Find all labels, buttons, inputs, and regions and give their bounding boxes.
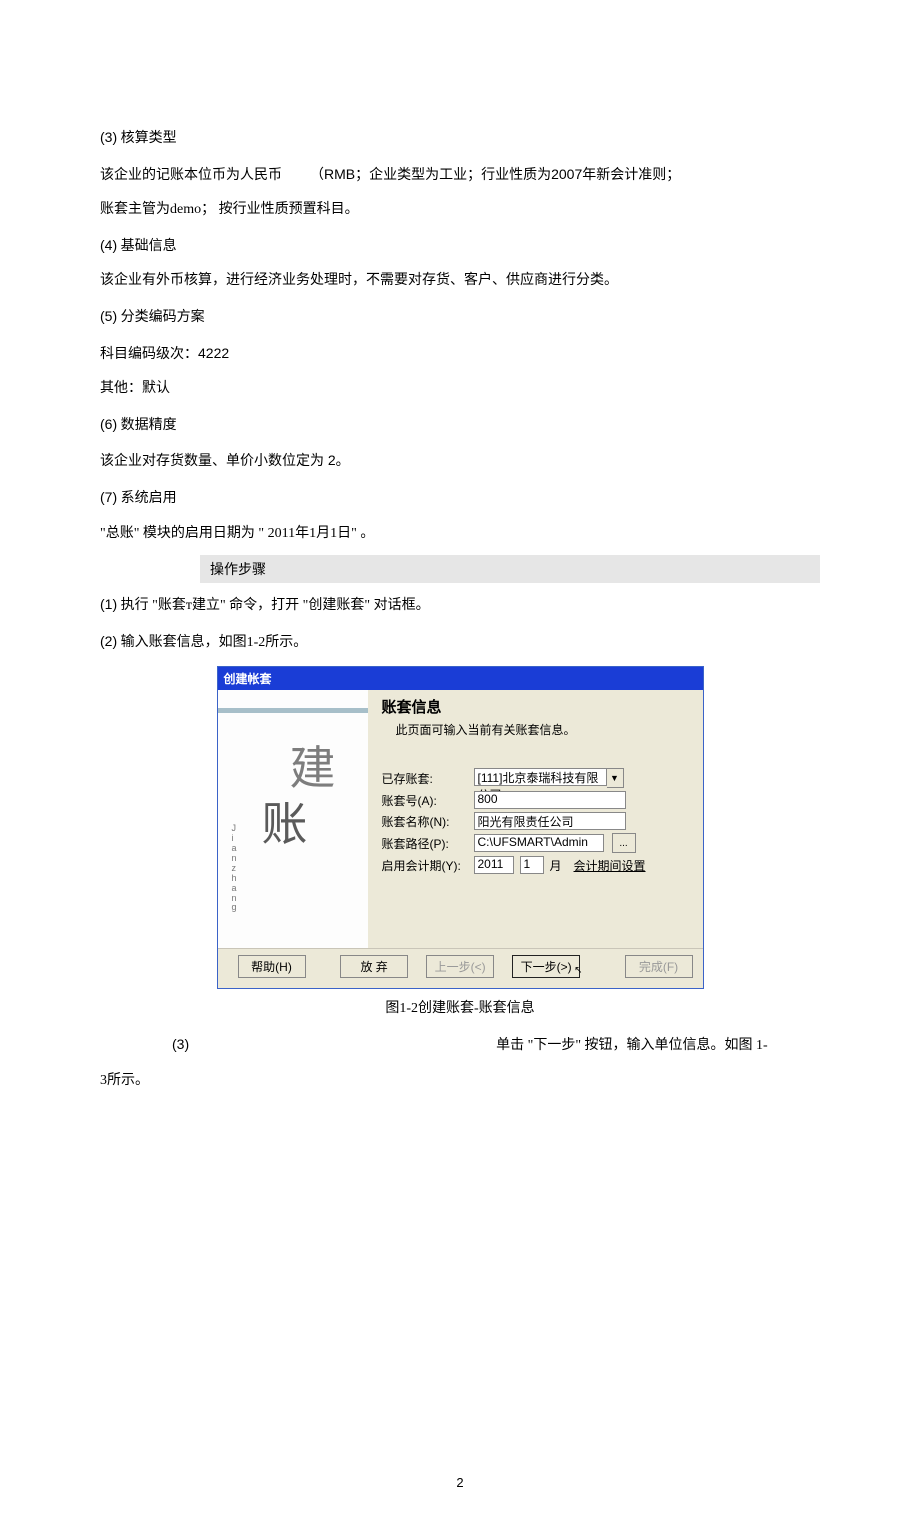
item-4-number: (4) xyxy=(100,237,117,253)
item-7-heading: (7) 系统启用 xyxy=(100,484,820,513)
start-year-input[interactable]: 2011 xyxy=(474,856,514,874)
step-3: (3) 单击 "下一步" 按钮，输入单位信息。如图 1- xyxy=(172,1031,820,1060)
dialog-heading: 账套信息 xyxy=(382,696,693,717)
page-number: 2 xyxy=(100,1475,820,1490)
step-1: (1) 执行 "账套т建立" 命令，打开 "创建账套" 对话框。 xyxy=(100,591,820,620)
item-7-body: "总账" 模块的启用日期为 " 2011年1月1日" 。 xyxy=(100,521,820,548)
account-path-input[interactable]: C:\UFSMART\Admin xyxy=(474,834,604,852)
cancel-button[interactable]: 放 弃 xyxy=(340,955,408,978)
dialog-subheading: 此页面可输入当前有关账套信息。 xyxy=(382,721,693,738)
step-2: (2) 输入账套信息，如图1-2所示。 xyxy=(100,628,820,657)
help-button[interactable]: 帮助(H) xyxy=(238,955,306,978)
existing-account-combo[interactable]: [111]北京泰瑞科技有限公司 ▼ xyxy=(474,768,624,788)
sidebar-letters: J i a n z h a n g xyxy=(232,824,237,913)
steps-heading: 操作步骤 xyxy=(200,555,820,583)
period-settings-link[interactable]: 会计期间设置 xyxy=(574,857,646,874)
account-id-label: 账套号(A): xyxy=(382,792,468,809)
item-3-line2: 账套主管为demo； 按行业性质预置科目。 xyxy=(100,197,820,224)
dialog-titlebar: 创建帐套 xyxy=(218,667,703,690)
item-3-number: (3) xyxy=(100,129,117,145)
figure-1-2-caption: 图1-2创建账套-账套信息 xyxy=(100,997,820,1017)
step-3-tail: 3所示。 xyxy=(100,1068,820,1095)
dialog-sidebar-image: 建 账 J i a n z h a n g xyxy=(218,690,368,949)
item-5-line2: 其他：默认 xyxy=(100,376,820,403)
existing-account-label: 已存账套: xyxy=(382,770,468,787)
item-7-number: (7) xyxy=(100,489,117,505)
account-name-input[interactable]: 阳光有限责任公司 xyxy=(474,812,626,830)
month-suffix: 月 xyxy=(550,857,562,874)
item-6-heading: (6) 数据精度 xyxy=(100,411,820,440)
existing-account-value[interactable]: [111]北京泰瑞科技有限公司 xyxy=(474,768,607,786)
item-4-body: 该企业有外币核算，进行经济业务处理时，不需要对存货、客户、供应商进行分类。 xyxy=(100,268,820,295)
item-3-line1: 该企业的记账本位币为人民币 （RMB；企业类型为工业；行业性质为2007年新会计… xyxy=(100,161,820,190)
start-period-label: 启用会计期(Y): xyxy=(382,857,468,874)
item-6-number: (6) xyxy=(100,416,117,432)
start-month-input[interactable]: 1 xyxy=(520,856,544,874)
account-name-label: 账套名称(N): xyxy=(382,813,468,830)
item-4-heading: (4) 基础信息 xyxy=(100,232,820,261)
prev-button[interactable]: 上一步(<) xyxy=(426,955,494,978)
chevron-down-icon[interactable]: ▼ xyxy=(607,768,624,788)
create-account-dialog: 创建帐套 建 账 J i a n z h a n g 账套信息 此页面可输入当前… xyxy=(217,666,704,989)
cursor-icon: ↖ xyxy=(574,965,582,976)
finish-button[interactable]: 完成(F) xyxy=(625,955,693,978)
item-5-line1: 科目编码级次：4222 xyxy=(100,340,820,369)
account-id-input[interactable]: 800 xyxy=(474,791,626,809)
item-5-number: (5) xyxy=(100,308,117,324)
item-3-heading: (3) 核算类型 xyxy=(100,124,820,153)
item-5-heading: (5) 分类编码方案 xyxy=(100,303,820,332)
item-6-body: 该企业对存货数量、单价小数位定为 2。 xyxy=(100,447,820,476)
calligraphy-zhang: 账 xyxy=(262,788,308,854)
browse-button[interactable]: ... xyxy=(612,833,636,853)
next-button[interactable]: 下一步(>) xyxy=(512,955,580,978)
account-path-label: 账套路径(P): xyxy=(382,835,468,852)
